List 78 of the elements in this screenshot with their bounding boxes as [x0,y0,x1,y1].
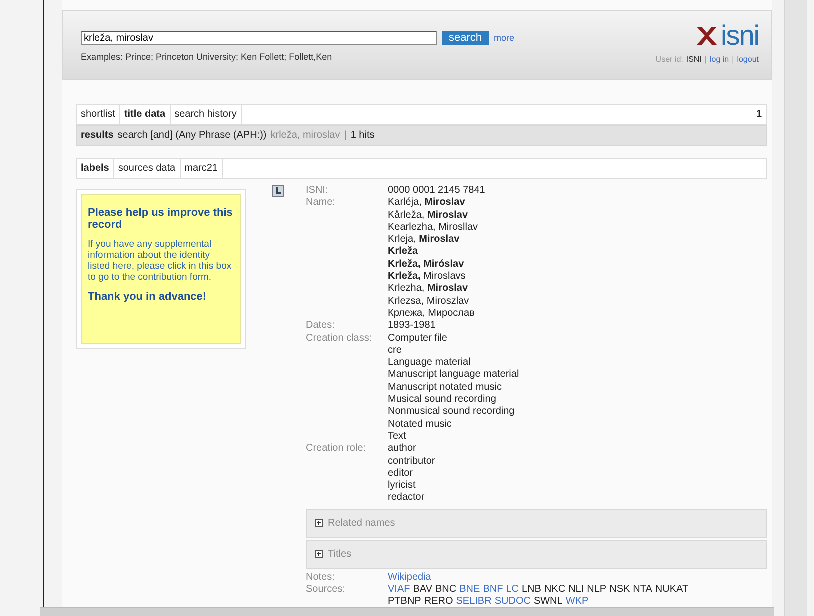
source-link[interactable]: WKP [566,596,589,609]
source-link[interactable]: SUDOC [494,596,531,609]
field-value: Computer file [388,332,448,345]
field-label: Dates: [306,320,336,333]
field-value: Nonmusical sound recording [388,406,516,419]
hits-count: 1 hits [350,130,375,141]
field-label: Name: [306,197,336,210]
logout-link[interactable]: logout [737,55,759,64]
page-count: 1 [756,109,763,120]
help-box[interactable]: Please help us improve this record If you have any supplemental information about the identity listed here, please click in this box to go to the contribution form. Thank you in advance! [81,194,241,344]
query-text: search [and] (Any Phrase (APH:)) [118,130,267,141]
field-value: Notated music [388,418,453,431]
help-text: If you have any supplemental information about the identity listed here, please click in this box to go to the contribution form. [88,239,233,283]
source-code: BNC [436,584,457,596]
sources-label: Sources: [306,584,346,598]
field-label: ISNI: [306,185,330,198]
source-code: NKC [544,584,566,596]
horizontal-scrollbar[interactable] [40,607,774,616]
field-value: Manuscript notated music [388,382,503,394]
field-value: editor [388,468,414,480]
search-button[interactable]: search [442,31,490,45]
source-code: BAV [413,584,433,596]
field-value: Text [388,430,408,444]
field-value: Musical sound recording [388,394,498,406]
field-value: cre [388,344,403,358]
user-label: User id: [656,55,684,64]
collapsible-section[interactable]: Related names [306,508,767,538]
source-link[interactable]: BNE [460,584,480,596]
field-label: Creation role: [306,443,368,456]
field-value: author [388,443,418,456]
collapsible-section[interactable]: Titles [306,540,767,569]
field-value: lyricist [388,480,417,492]
results-label: results [81,130,114,141]
thanks-text: Thank you in advance! [88,291,208,303]
login-link[interactable]: log in [710,55,730,64]
source-code: NUKAT [655,584,689,596]
separator: | [732,55,734,64]
field-value: redactor [388,492,426,505]
field-value: Krleža [388,246,420,259]
field-value: Krleža, Miroslavs [388,271,467,284]
separator: | [704,55,707,64]
notes-label: Notes: [306,572,336,584]
field-value: Manuscript language material [388,369,520,382]
source-code: PTBNP [388,596,422,609]
source-link[interactable]: BNF [483,584,504,596]
field-value: 1893-1981 [388,320,437,333]
field-value: Krlezha, Miroslav [388,283,470,296]
user-id: ISNI [686,55,702,64]
source-link[interactable]: SELIBR [456,596,492,609]
examples-text: Examples: Prince; Princeton University; Ken Follett; Follett,Ken [81,52,334,62]
field-value: contributor [388,456,436,468]
search-term: krleža, miroslav [270,130,340,141]
field-value: 0000 0001 2145 7841 [388,185,486,198]
source-link[interactable]: LC [506,584,519,596]
field-value: Kearlezha, Mirosllav [388,222,480,234]
separator: | [344,130,347,141]
x-logo-icon [694,25,719,47]
search-field[interactable]: krleža, miroslav [81,31,437,45]
field-label: Creation class: [306,332,374,346]
source-code: LNB [522,584,542,596]
field-value: Krleža, Miróslav [388,258,466,272]
source-code: NLP [587,584,607,596]
source-code: NTA [633,584,652,596]
wikipedia-link[interactable]: Wikipedia [388,572,767,584]
source-code: SWNL [534,596,563,609]
source-code: NLI [568,584,584,596]
more-link[interactable]: more [494,33,515,43]
field-value: Krleja, Miroslav [388,234,461,246]
field-value: Krlezsa, Miroszlav [388,296,470,308]
source-code: NSK [610,584,630,596]
field-value: Крлежа, Мирослав [388,308,476,320]
field-value: Karléja, Miroslav [388,197,466,210]
field-value: Language material [388,357,472,370]
help-title: Please help us improve this record [88,207,234,231]
source-code: RERO [424,596,454,609]
source-link[interactable]: VIAF [388,584,410,596]
logo-text: isni [720,23,759,49]
field-value: Kårleža, Miroslav [388,210,470,222]
